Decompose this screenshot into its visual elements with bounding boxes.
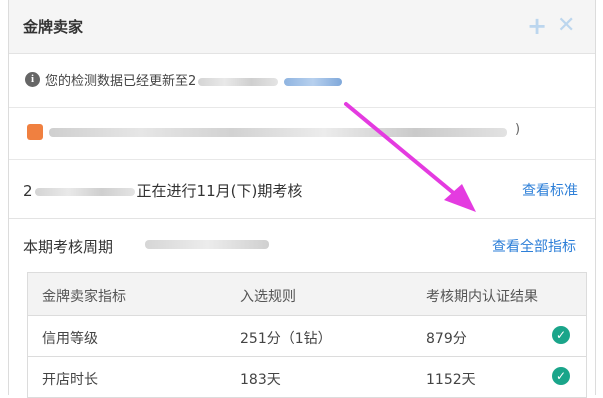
annotation-arrow <box>344 102 476 212</box>
